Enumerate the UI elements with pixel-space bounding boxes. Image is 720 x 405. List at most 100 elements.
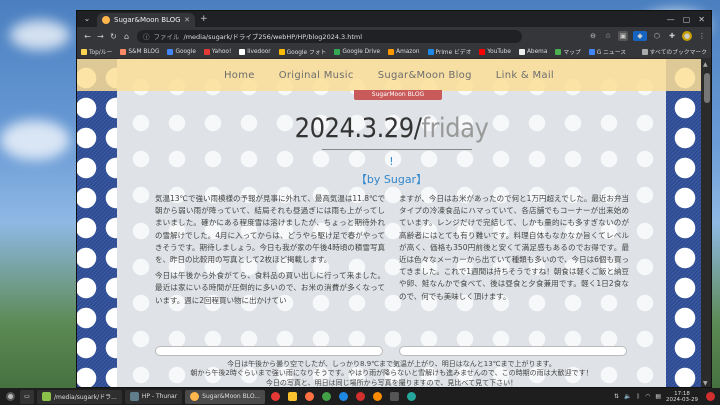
post-column-right: ますが、今日はお米があったので何と1万円超えでした。最近お弁当タイプの冷凍食品に… (399, 193, 629, 307)
bookmarks-bar: Top/ルー S&M BLOG Google Yahoo! livedoor Google… (77, 45, 711, 59)
post-paragraph: 気温13℃で強い雨模様の予報が見事に外れて、最高気温は11.8℃で朝から弱い雨が… (155, 194, 385, 265)
bookmark-label: S&M BLOG (128, 48, 160, 55)
all-bookmarks[interactable]: すべてのブックマーク (641, 47, 707, 56)
app-icon-chrome[interactable] (319, 390, 333, 404)
bookmark-label: YouTube (487, 48, 511, 55)
home-icon[interactable]: ⌂ (120, 32, 133, 41)
app-icon-edge[interactable] (336, 390, 350, 404)
app-icon-opera[interactable] (353, 390, 367, 404)
menu-icon[interactable]: ⋮ (697, 31, 707, 41)
bookmark-item[interactable]: Top/ルー (81, 47, 112, 56)
taskbar-window-label: HP - Thunar (141, 393, 178, 400)
app-icon-settings[interactable] (404, 390, 418, 404)
tab-sugar-moon-blog[interactable]: Sugar&Moon BLOG ✕ (97, 13, 195, 27)
address-bar[interactable]: ⓘ ファイル /media/sugark/ドライブ256/webHP/HP/bl… (137, 29, 522, 43)
volume-icon[interactable]: 🔈 (624, 393, 631, 400)
app-icon-brave[interactable] (370, 390, 384, 404)
scroll-thumb[interactable] (704, 73, 710, 103)
bookmark-item[interactable]: Yahoo! (203, 48, 232, 55)
bookmark-item[interactable]: S&M BLOG (120, 48, 160, 55)
bookmark-item[interactable]: livedoor (239, 48, 271, 55)
title-divider (322, 149, 472, 150)
post-paragraph: ますが、今日はお米があったので何と1万円超えでした。最近お弁当タイプの冷凍食品に… (399, 194, 629, 301)
post-column-left: 気温13℃で強い雨模様の予報が見事に外れて、最高気温は11.8℃で朝から弱い雨が… (155, 193, 385, 311)
close-tab-icon[interactable]: ✕ (184, 16, 190, 24)
app-icon-firefox[interactable] (302, 390, 316, 404)
scroll-down-icon[interactable]: ▼ (703, 380, 708, 387)
extension-icon[interactable]: ▣ (618, 31, 628, 41)
bookmark-favicon-icon (427, 48, 434, 55)
bookmark-favicon-icon (167, 48, 174, 55)
bookmark-label: Google (175, 48, 196, 55)
post-title: 2024.3.29/friday (117, 113, 666, 144)
tab-search-icon[interactable]: ⌄ (81, 13, 93, 25)
decorative-side-right (666, 59, 701, 387)
clock[interactable]: 17:18 2024-03-29 (666, 391, 698, 403)
taskbar-window-thunar[interactable]: HP - Thunar (124, 389, 183, 404)
back-icon[interactable]: ← (81, 32, 94, 41)
page-viewport: Home Original Music Sugar&Moon Blog Link… (77, 59, 711, 387)
maximize-icon[interactable]: ▢ (683, 15, 691, 24)
post-footer-text: 今日は午後から曇り空でしたが、しっかり8.9℃まで気温が上がり、明日はなんと13… (117, 360, 666, 387)
clipboard-icon[interactable]: ▤ (655, 393, 661, 400)
bookmark-label: Prime ビデオ (435, 50, 472, 56)
system-tray: ⇅ 🔈 ᛒ ◠ ▤ 17:18 2024-03-29 (614, 390, 717, 404)
reload-icon[interactable]: ↻ (107, 32, 120, 41)
bookmark-item[interactable]: Amazon (388, 48, 420, 55)
minimize-icon[interactable]: — (667, 15, 675, 24)
taskbar-window-files[interactable]: /media/sugark/ドラ... (37, 389, 122, 404)
tab-strip: ⌄ Sugar&Moon BLOG ✕ + — ▢ ✕ (77, 11, 711, 27)
bookmark-label: Top/ルー (89, 50, 113, 56)
nav-original-music[interactable]: Original Music (279, 70, 354, 81)
profile-icon[interactable]: ● (682, 31, 692, 41)
bookmark-item[interactable]: Abema (518, 48, 548, 55)
start-menu-icon[interactable] (3, 390, 17, 404)
power-icon[interactable] (703, 390, 717, 404)
taskbar-window-browser[interactable]: Sugar&Moon BLO... (185, 389, 266, 404)
bookmark-label: Yahoo! (211, 48, 232, 55)
nav-sugar-moon-blog[interactable]: Sugar&Moon Blog (378, 70, 472, 81)
network-icon[interactable]: ⇅ (614, 393, 619, 400)
nav-home[interactable]: Home (224, 70, 255, 81)
bookmark-favicon-icon (239, 48, 246, 55)
nav-link-mail[interactable]: Link & Mail (496, 70, 554, 81)
puzzle-icon[interactable]: ✚ (667, 31, 677, 41)
wifi-icon[interactable]: ◠ (645, 393, 650, 400)
browser-icon (190, 392, 200, 401)
bookmark-favicon-icon (518, 48, 525, 55)
bookmark-label: マップ (563, 50, 581, 56)
bookmark-item[interactable]: Prime ビデオ (427, 47, 472, 56)
footer-line: 今日の写真と、明日は同じ場所から写真を撮りますので、見比べて見て下さい！ (265, 378, 518, 387)
extension-icon-2[interactable]: ◆ (633, 31, 647, 41)
bookmark-favicon-icon (278, 48, 285, 55)
browser-window: ⌄ Sugar&Moon BLOG ✕ + — ▢ ✕ ← → ↻ ⌂ ⓘ ファ… (76, 10, 712, 388)
bookmark-item[interactable]: マップ (555, 47, 581, 56)
url-text: /media/sugark/ドライブ256/webHP/HP/blog2024.… (183, 33, 363, 41)
app-icon-files[interactable] (285, 390, 299, 404)
bookmark-favicon-icon (479, 48, 486, 55)
bookmark-favicon-icon (588, 48, 595, 55)
bookmark-item[interactable]: Google フォト (278, 47, 326, 56)
window-close-icon[interactable]: ✕ (698, 15, 705, 24)
bookmark-label: Abema (526, 48, 548, 55)
bluetooth-icon[interactable]: ᛒ (637, 393, 641, 400)
forward-icon[interactable]: → (94, 32, 107, 41)
post-exclamation: ! (389, 155, 394, 168)
bookmark-favicon-icon (388, 48, 395, 55)
footer-line: 朝から午後2時ぐらいまで強い雨になりそうです。やはり雨が降らないと雪解けも進みま… (190, 369, 593, 378)
bookmark-item[interactable]: Google (167, 48, 196, 55)
page-scrollbar[interactable]: ▲ ▼ (701, 59, 711, 387)
bookmark-item[interactable]: Google Drive (334, 48, 380, 55)
scroll-up-icon[interactable]: ▲ (703, 61, 708, 68)
new-tab-icon[interactable]: + (200, 14, 208, 24)
bookmark-favicon-icon (555, 48, 562, 55)
show-desktop-icon[interactable]: ▭ (20, 389, 34, 404)
extension-icon-3[interactable]: ⬡ (652, 31, 662, 41)
app-icon-terminal[interactable] (387, 390, 401, 404)
zoom-icon[interactable]: ⊖ (588, 31, 598, 41)
browser-toolbar: ← → ↻ ⌂ ⓘ ファイル /media/sugark/ドライブ256/web… (77, 27, 711, 45)
app-icon-vivaldi[interactable] (268, 390, 282, 404)
bookmark-item[interactable]: G ニュース (588, 47, 626, 56)
bookmark-item[interactable]: YouTube (479, 48, 511, 55)
bookmark-star-icon[interactable]: ☆ (603, 31, 613, 41)
